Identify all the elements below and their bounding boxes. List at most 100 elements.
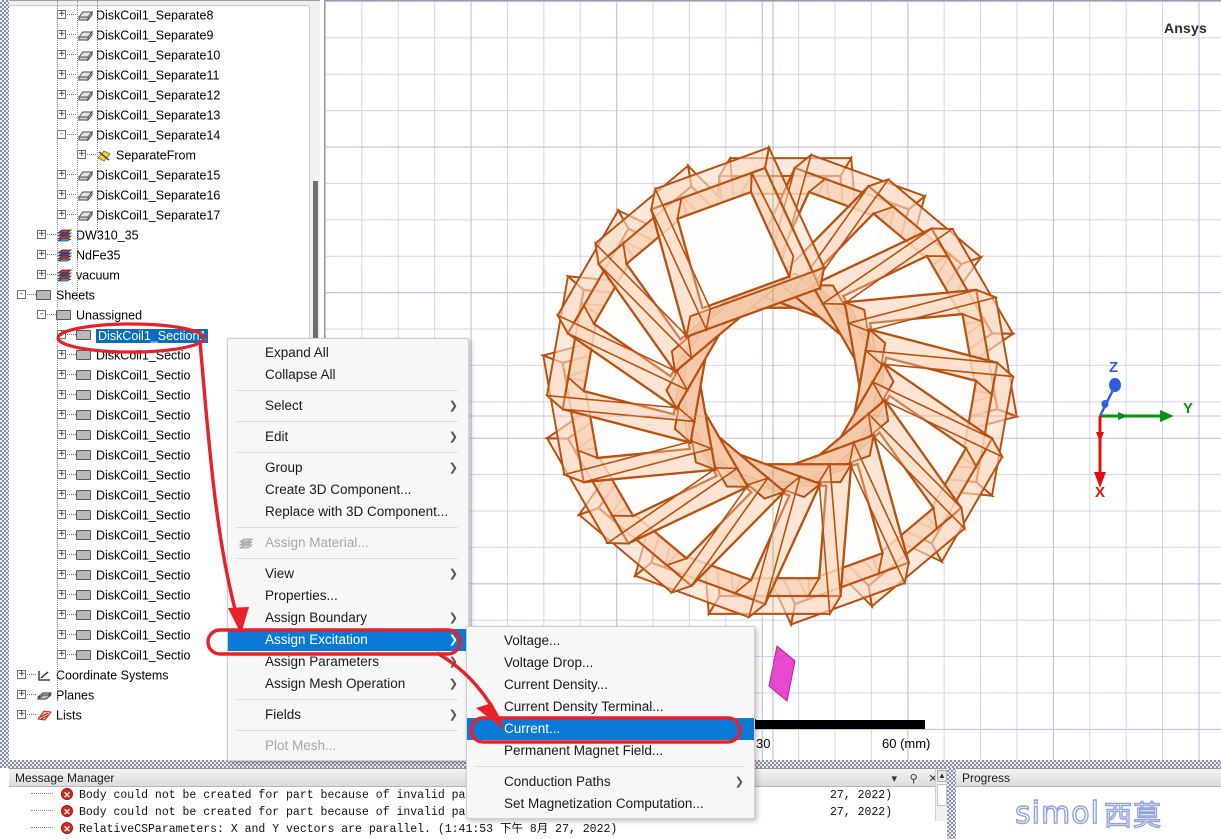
tree-expander-plus-icon[interactable]: + bbox=[57, 190, 66, 200]
material-icon bbox=[238, 536, 254, 550]
tree-expander-plus-icon[interactable]: + bbox=[57, 70, 66, 80]
tree-expander-plus-icon[interactable]: + bbox=[57, 330, 66, 340]
tree-expander-plus-icon[interactable]: + bbox=[57, 210, 66, 220]
menu-item-group[interactable]: Group ❯ bbox=[228, 457, 468, 479]
tree-expander-plus-icon[interactable]: + bbox=[17, 710, 26, 720]
tree-expander-plus-icon[interactable]: + bbox=[77, 150, 86, 160]
menu-item-assign-excitation[interactable]: Assign Excitation ❯ bbox=[228, 629, 468, 651]
tree-expander-plus-icon[interactable]: + bbox=[57, 450, 66, 460]
tree-node[interactable]: + DiskCoil1_Separate10 bbox=[9, 45, 309, 65]
menu-item-permanent-magnet-field[interactable]: Permanent Magnet Field... bbox=[467, 740, 754, 762]
solid-icon bbox=[76, 68, 94, 82]
menu-item-assign-mesh-operation[interactable]: Assign Mesh Operation ❯ bbox=[228, 673, 468, 695]
tree-expander-plus-icon[interactable]: + bbox=[57, 590, 66, 600]
menu-item-voltage-drop[interactable]: Voltage Drop... bbox=[467, 652, 754, 674]
menu-item-conduction-paths[interactable]: Conduction Paths ❯ bbox=[467, 771, 754, 793]
tree-expander-plus-icon[interactable]: + bbox=[57, 30, 66, 40]
menu-item-edit[interactable]: Edit ❯ bbox=[228, 426, 468, 448]
menu-item-select[interactable]: Select ❯ bbox=[228, 395, 468, 417]
menu-separator bbox=[236, 558, 458, 559]
tree-expander-minus-icon[interactable]: - bbox=[37, 310, 46, 320]
tree-node[interactable]: + DiskCoil1_Separate11 bbox=[9, 65, 309, 85]
menu-item-current[interactable]: Current... bbox=[467, 718, 754, 740]
tree-expander-plus-icon[interactable]: + bbox=[57, 470, 66, 480]
tree-node[interactable]: + DiskCoil1_Separate13 bbox=[9, 105, 309, 125]
menu-item-label: Current Density... bbox=[504, 677, 609, 692]
tree-expander-plus-icon[interactable]: + bbox=[57, 610, 66, 620]
tree-expander-plus-icon[interactable]: + bbox=[57, 570, 66, 580]
tree-expander-plus-icon[interactable]: + bbox=[57, 170, 66, 180]
menu-item-assign-boundary[interactable]: Assign Boundary ❯ bbox=[228, 607, 468, 629]
tree-node[interactable]: + DiskCoil1_Separate9 bbox=[9, 25, 309, 45]
tree-expander-plus-icon[interactable]: + bbox=[57, 370, 66, 380]
tree-node[interactable]: + NdFe35 bbox=[9, 245, 309, 265]
message-row[interactable]: ✕ RelativeCSParameters: X and Y vectors a… bbox=[9, 821, 947, 838]
tree-expander-plus-icon[interactable]: + bbox=[57, 390, 66, 400]
left-splitter-grip[interactable] bbox=[0, 0, 9, 768]
menu-item-properties[interactable]: Properties... bbox=[228, 585, 468, 607]
tree-scrollbar-thumb[interactable] bbox=[313, 181, 318, 353]
tree-expander-plus-icon[interactable]: + bbox=[57, 650, 66, 660]
tree-expander-plus-icon[interactable]: + bbox=[57, 430, 66, 440]
assign-excitation-submenu[interactable]: Voltage... Voltage Drop... Current Density… bbox=[466, 626, 755, 819]
menu-item-create-3d-component[interactable]: Create 3D Component... bbox=[228, 479, 468, 501]
tree-node[interactable]: + DW310_35 bbox=[9, 225, 309, 245]
menu-item-current-density[interactable]: Current Density... bbox=[467, 674, 754, 696]
tree-node[interactable]: + vacuum bbox=[9, 265, 309, 285]
tree-expander-plus-icon[interactable]: + bbox=[57, 90, 66, 100]
error-icon: ✕ bbox=[61, 821, 73, 834]
tree-node[interactable]: + DiskCoil1_Separate16 bbox=[9, 185, 309, 205]
error-icon: ✕ bbox=[61, 787, 73, 800]
tree-expander-plus-icon[interactable]: + bbox=[57, 490, 66, 500]
message-scrollbar[interactable]: ▲ bbox=[935, 769, 947, 821]
collapse-dropdown-icon[interactable]: ▾ bbox=[886, 770, 902, 788]
tree-node[interactable]: - Sheets bbox=[9, 285, 309, 305]
tree-node-label: DiskCoil1_Sectio bbox=[96, 628, 191, 643]
tree-expander-plus-icon[interactable]: + bbox=[57, 350, 66, 360]
tree-expander-plus-icon[interactable]: + bbox=[57, 530, 66, 540]
tree-expander-plus-icon[interactable]: + bbox=[57, 410, 66, 420]
tree-expander-plus-icon[interactable]: + bbox=[57, 10, 66, 20]
tree-node-label: Unassigned bbox=[76, 308, 143, 323]
message-scrollbar-thumb[interactable] bbox=[937, 784, 947, 806]
tree-expander-plus-icon[interactable]: + bbox=[57, 550, 66, 560]
pin-icon[interactable]: ⚲ bbox=[906, 770, 922, 788]
tree-node[interactable]: + DiskCoil1_Separate8 bbox=[9, 5, 309, 25]
tree-expander-plus-icon[interactable]: + bbox=[37, 270, 46, 280]
menu-item-collapse-all[interactable]: Collapse All bbox=[228, 364, 468, 386]
tree-expander-plus-icon[interactable]: + bbox=[57, 510, 66, 520]
menu-item-assign-parameters[interactable]: Assign Parameters ❯ bbox=[228, 651, 468, 673]
menu-item-fields[interactable]: Fields ❯ bbox=[228, 704, 468, 726]
ansys-maxwell-window: + DiskCoil1_Separate8 + DiskCoil1_Separate9… bbox=[0, 0, 1221, 839]
menu-item-expand-all[interactable]: Expand All bbox=[228, 342, 468, 364]
tree-node[interactable]: + SeparateFrom bbox=[9, 145, 309, 165]
tree-expander-minus-icon[interactable]: - bbox=[17, 290, 26, 300]
tree-expander-plus-icon[interactable]: + bbox=[17, 690, 26, 700]
tree-expander-plus-icon[interactable]: + bbox=[57, 110, 66, 120]
menu-item-current-density-terminal[interactable]: Current Density Terminal... bbox=[467, 696, 754, 718]
tree-node[interactable]: - DiskCoil1_Separate14 bbox=[9, 125, 309, 145]
tree-expander-plus-icon[interactable]: + bbox=[37, 230, 46, 240]
tree-node[interactable]: - Unassigned bbox=[9, 305, 309, 325]
menu-item-voltage[interactable]: Voltage... bbox=[467, 630, 754, 652]
tree-node[interactable]: + DiskCoil1_Separate12 bbox=[9, 85, 309, 105]
menu-separator bbox=[236, 421, 458, 422]
dock-vertical-splitter[interactable] bbox=[947, 768, 956, 839]
menu-item-label: Assign Parameters bbox=[265, 654, 380, 669]
menu-item-set-magnetization-computation[interactable]: Set Magnetization Computation... bbox=[467, 793, 754, 815]
tree-connector-line bbox=[67, 634, 76, 636]
sheet-icon bbox=[76, 348, 93, 361]
tree-expander-minus-icon[interactable]: - bbox=[57, 130, 66, 140]
message-text: Body could not be created for part becau… bbox=[79, 806, 494, 819]
tree-expander-plus-icon[interactable]: + bbox=[37, 250, 46, 260]
tree-expander-plus-icon[interactable]: + bbox=[57, 630, 66, 640]
tree-expander-plus-icon[interactable]: + bbox=[57, 50, 66, 60]
menu-item-replace-with-3d-component[interactable]: Replace with 3D Component... bbox=[228, 501, 468, 523]
tree-node[interactable]: + DiskCoil1_Separate17 bbox=[9, 205, 309, 225]
menu-item-view[interactable]: View ❯ bbox=[228, 563, 468, 585]
tree-expander-plus-icon[interactable]: + bbox=[17, 670, 26, 680]
scroll-up-arrow-icon[interactable]: ▲ bbox=[937, 770, 947, 782]
tree-node[interactable]: + DiskCoil1_Separate15 bbox=[9, 165, 309, 185]
tree-connector-line bbox=[67, 194, 76, 196]
tree-context-menu[interactable]: Expand All Collapse All Select ❯ Edit ❯ Group ❯… bbox=[227, 338, 469, 761]
